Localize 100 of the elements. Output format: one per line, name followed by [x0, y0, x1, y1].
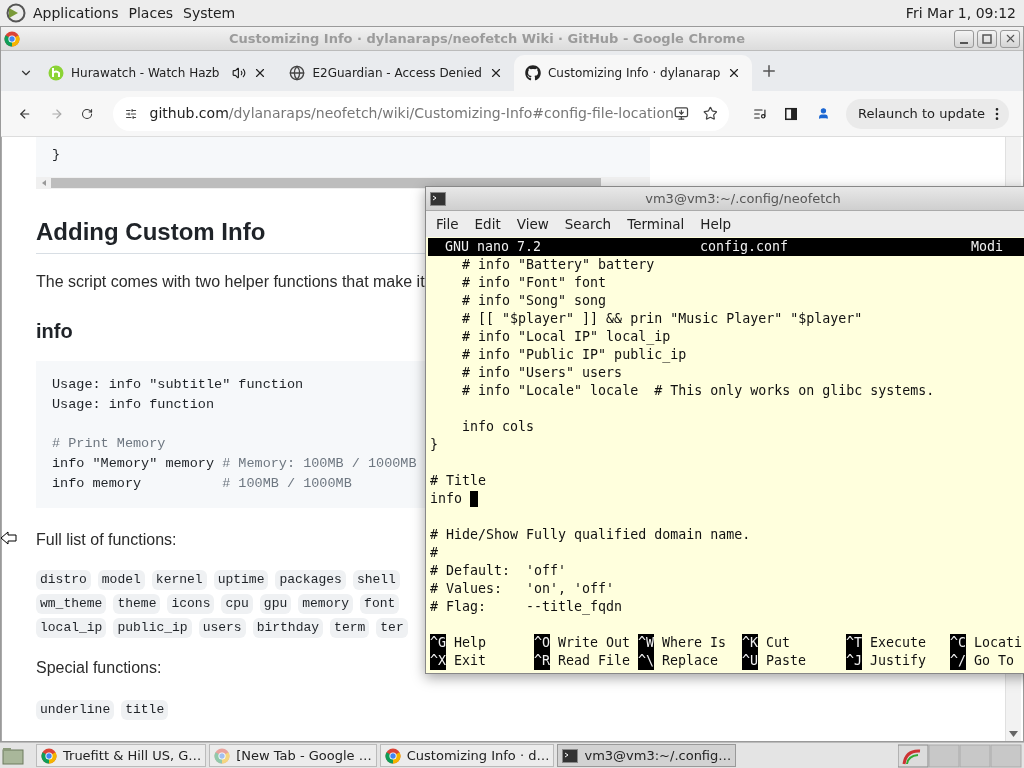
browser-tab[interactable]: Customizing Info · dylanarap: [513, 55, 753, 91]
shortcut-label[interactable]: Exit: [454, 652, 487, 670]
menu-item[interactable]: Edit: [466, 213, 509, 235]
function-tag: term: [330, 618, 370, 638]
taskbar-button[interactable]: vm3@vm3:~/.config…: [557, 744, 737, 767]
code-comment: # Memory: 100MB / 1000MB: [222, 456, 417, 471]
shortcut-key: ^U: [742, 652, 758, 670]
shortcut-key: ^\: [638, 652, 654, 670]
editor-line: # info "Public IP" public_ip: [461, 346, 687, 364]
close-button[interactable]: [1000, 29, 1020, 48]
favicon-icon: [48, 65, 64, 81]
shortcut-label[interactable]: Write Out: [558, 634, 631, 652]
address-bar[interactable]: github.com/dylanaraps/neofetch/wiki/Customizing-Info#config-file-location: [113, 96, 730, 131]
shortcut-key: ^X: [430, 652, 446, 670]
shortcut-label[interactable]: Justify: [870, 652, 927, 670]
terminal-icon: [430, 191, 446, 206]
menu-item[interactable]: File: [428, 213, 467, 235]
shortcut-label[interactable]: Replace: [662, 652, 719, 670]
shortcut-key: ^O: [534, 634, 550, 652]
scroll-down-icon[interactable]: [1009, 731, 1018, 737]
shortcut-key: ^W: [638, 634, 654, 652]
code-text: Usage: info function: [52, 397, 215, 412]
scrollbar-thumb[interactable]: [51, 178, 601, 188]
taskbar-button[interactable]: [New Tab - Google …: [209, 744, 377, 767]
shortcut-label[interactable]: Locati: [974, 634, 1023, 652]
site-settings-icon[interactable]: [125, 106, 138, 121]
nano-state: Modi: [971, 238, 1004, 256]
logo-icon[interactable]: [6, 3, 26, 23]
relaunch-button[interactable]: Relaunch to update: [845, 98, 1009, 129]
shortcut-label[interactable]: Help: [454, 634, 487, 652]
window-title: Customizing Info · dylanaraps/neofetch Wiki · GitHub - Google Chrome: [228, 29, 746, 48]
taskbar-button[interactable]: Truefitt & Hill US, G…: [36, 744, 207, 767]
browser-tab[interactable]: Hurawatch - Watch Hazb: [37, 55, 279, 91]
taskbar-button[interactable]: Customizing Info · d…: [379, 744, 555, 767]
editor-line: info cols: [461, 418, 535, 436]
editor-line: # info "Users" users: [461, 364, 623, 382]
function-tag: icons: [167, 594, 215, 614]
subsection-heading: info: [36, 319, 73, 344]
workspace-switcher-drawing[interactable]: [898, 743, 1022, 768]
function-tag: distro: [36, 570, 91, 590]
menu-item[interactable]: View: [508, 213, 557, 235]
function-tag: memory: [298, 594, 354, 614]
chrome-icon: [41, 747, 57, 764]
clock: Fri Mar 1, 09:12: [905, 3, 1016, 23]
paragraph: Special functions:: [36, 658, 162, 678]
shortcut-key: ^T: [846, 634, 862, 652]
editor-line: #: [430, 544, 438, 562]
editor-line: # info "Battery" battery: [461, 256, 655, 274]
shortcut-label[interactable]: Read File: [558, 652, 631, 670]
function-tag: packages: [275, 570, 346, 590]
chrome-icon: [214, 747, 231, 764]
editor-line: # Hide/Show Fully qualified domain name.: [430, 526, 751, 544]
function-tag: birthday: [252, 618, 324, 638]
code-text: info memory: [52, 476, 143, 491]
install-icon[interactable]: [673, 105, 689, 122]
shortcut-key: ^/: [950, 652, 966, 670]
shortcut-key: ^G: [430, 634, 446, 652]
text-cursor: [470, 491, 479, 507]
function-tag: kernel: [151, 570, 207, 590]
editor-line: # Title: [430, 472, 487, 490]
star-icon[interactable]: [702, 105, 718, 122]
chrome-icon: [384, 747, 401, 764]
editor-line: # info "Song" song: [461, 292, 607, 310]
panel-menu[interactable]: Places: [128, 2, 174, 24]
function-tag: theme: [113, 594, 161, 614]
function-tag: model: [97, 570, 145, 590]
code-text: Usage: info "subtitle" function: [52, 377, 304, 392]
section-heading: Adding Custom Info: [36, 217, 266, 247]
github-icon: [524, 65, 541, 81]
panel-menu[interactable]: System: [183, 2, 236, 24]
minimize-button[interactable]: [954, 29, 974, 48]
code-text: info "Memory" memory: [52, 456, 216, 471]
menu-item[interactable]: Help: [692, 213, 740, 235]
url: github.com/dylanaraps/neofetch/wiki/Customizing-Info#config-file-location: [149, 104, 674, 123]
editor-line: # [[ "$player" ]] && prin "Music Player" "$player": [461, 310, 863, 328]
menu-item[interactable]: Terminal: [619, 213, 693, 235]
shortcut-label[interactable]: Paste: [766, 652, 807, 670]
profile-icon[interactable]: [817, 105, 830, 122]
shortcut-label[interactable]: Execute: [870, 634, 927, 652]
shortcut-label[interactable]: Cut: [766, 634, 791, 652]
editor-line: # Flag: --title_fqdn: [430, 598, 623, 616]
code-comment: # 100MB / 1000MB: [222, 476, 352, 491]
shortcut-key: ^J: [846, 652, 862, 670]
panel-menu[interactable]: Applications: [33, 2, 119, 24]
shortcut-label[interactable]: Where Is: [662, 634, 727, 652]
shortcut-key: ^C: [950, 634, 966, 652]
shortcut-key: ^R: [534, 652, 550, 670]
side-panel-icon[interactable]: [785, 105, 798, 122]
shortcut-label[interactable]: Go To: [974, 652, 1015, 670]
browser-tab[interactable]: E2Guardian - Access Denied: [278, 55, 514, 91]
editor-line: }: [430, 436, 438, 454]
editor-line: # info "Local IP" local_ip: [461, 328, 671, 346]
maximize-button[interactable]: [977, 29, 997, 48]
function-tag: ter: [376, 618, 408, 638]
editor-line: info: [430, 490, 464, 508]
menu-item[interactable]: Search: [556, 213, 620, 235]
horizontal-scrollbar[interactable]: [36, 177, 650, 189]
editor-line: # Values: 'on', 'off': [430, 580, 615, 598]
function-tag: underline: [36, 700, 115, 720]
window-title: vm3@vm3:~/.config/neofetch: [644, 189, 842, 208]
